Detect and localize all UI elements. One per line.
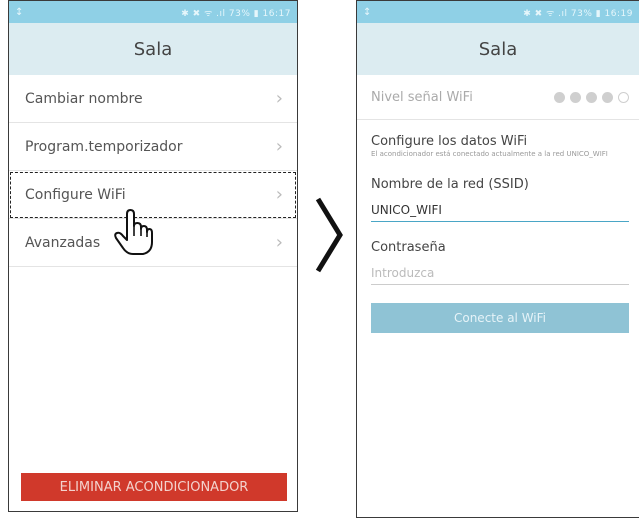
navigation-arrow-icon [315,197,343,273]
menu-item-advanced[interactable]: Avanzadas › [9,219,297,267]
wifi-signal-row: Nivel señal WiFi [357,75,639,120]
menu-item-rename[interactable]: Cambiar nombre › [9,75,297,123]
menu-item-configure-wifi[interactable]: Configure WiFi › [9,171,297,219]
status-bar: ↕ ✱ ✖ ᯤ .ıl 73% ▮ 16:17 [9,1,297,23]
ssid-label: Nombre de la red (SSID) [371,177,529,192]
menu-item-timer[interactable]: Program.temporizador › [9,123,297,171]
chevron-right-icon: › [275,88,283,109]
status-right: ✱ ✖ ᯤ .ıl 73% ▮ 16:19 [523,8,633,19]
signal-dot-icon [570,91,581,103]
pointing-hand-icon [114,209,153,255]
menu-item-label: Program.temporizador [25,138,183,155]
status-left-icon: ↕ [15,6,24,18]
page-title: Sala [357,23,639,75]
chevron-right-icon: › [275,136,283,157]
phone-screen-wifi: ↕ ✱ ✖ ᯤ .ıl 73% ▮ 16:19 Sala Nivel señal… [356,0,639,518]
menu-item-label: Cambiar nombre [25,90,143,107]
signal-dot-icon [554,91,565,103]
delete-unit-button[interactable]: ELIMINAR ACONDICIONADOR [21,473,287,501]
wifi-config-form: Configure los datos WiFi El acondicionad… [357,134,639,333]
status-right: ✱ ✖ ᯤ .ıl 73% ▮ 16:17 [181,8,291,19]
config-title: Configure los datos WiFi [371,134,528,149]
phone-screen-menu: ↕ ✱ ✖ ᯤ .ıl 73% ▮ 16:17 Sala Cambiar nom… [8,0,298,512]
menu-item-label: Configure WiFi [25,186,126,203]
wifi-signal-label: Nivel señal WiFi [371,89,473,105]
menu-item-label: Avanzadas [25,234,101,251]
page-title: Sala [9,23,297,75]
password-label: Contraseña [371,240,446,255]
settings-menu: Cambiar nombre › Program.temporizador › … [9,75,297,267]
signal-dot-icon [586,91,597,103]
chevron-right-icon: › [275,232,283,253]
password-input[interactable] [371,263,629,285]
signal-dot-icon [618,91,629,103]
chevron-right-icon: › [275,184,283,205]
wifi-signal-dots [554,91,629,103]
status-left-icon: ↕ [363,6,372,18]
signal-dot-icon [602,91,613,103]
status-bar: ↕ ✱ ✖ ᯤ .ıl 73% ▮ 16:19 [357,1,639,23]
ssid-input[interactable] [371,200,629,222]
config-subtitle: El acondicionador está conectado actualm… [371,150,608,158]
connect-wifi-button[interactable]: Conecte al WiFi [371,303,629,333]
